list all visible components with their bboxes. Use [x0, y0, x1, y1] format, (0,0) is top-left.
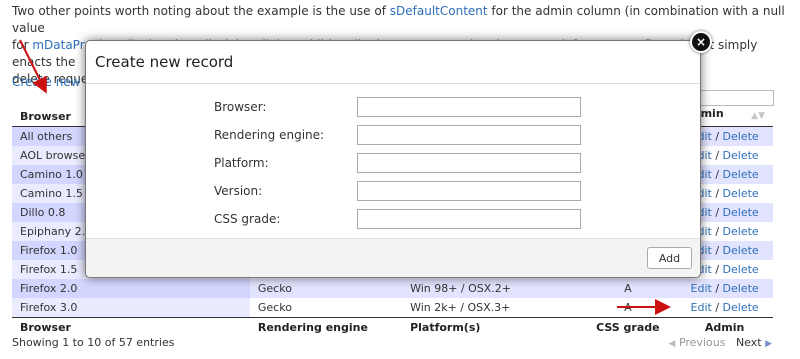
- footer-rendering-engine: Rendering engine: [249, 317, 403, 337]
- edit-link[interactable]: Edit: [691, 301, 712, 314]
- cell-rendering-engine: Gecko: [249, 279, 403, 298]
- browser-label: Browser:: [214, 100, 267, 114]
- close-icon[interactable]: ×: [690, 31, 712, 53]
- admin-separator: /: [711, 168, 723, 181]
- cell-css-grade: A: [579, 279, 677, 298]
- table-footer-row: Browser Rendering engine Platform(s) CSS…: [12, 317, 773, 337]
- create-record-dialog: Create new record Browser: Rendering eng…: [85, 40, 701, 278]
- triangle-right-icon: ▶: [765, 339, 772, 349]
- footer-admin: Admin: [676, 317, 773, 337]
- delete-link[interactable]: Delete: [723, 244, 759, 257]
- delete-link[interactable]: Delete: [723, 149, 759, 162]
- admin-separator: /: [711, 206, 723, 219]
- edit-link[interactable]: Edit: [691, 282, 712, 295]
- admin-separator: /: [711, 244, 723, 257]
- search-input[interactable]: [700, 90, 774, 106]
- admin-separator: /: [711, 263, 723, 276]
- footer-browser: Browser: [12, 317, 250, 337]
- intro-line-1: Two other points worth noting about the …: [12, 3, 792, 37]
- delete-link[interactable]: Delete: [723, 282, 759, 295]
- admin-separator: /: [711, 282, 723, 295]
- cell-platform: Win 2k+ / OSX.3+: [402, 298, 580, 318]
- sdefaultcontent-link[interactable]: sDefaultContent: [390, 4, 488, 18]
- delete-link[interactable]: Delete: [723, 168, 759, 181]
- admin-separator: /: [711, 149, 723, 162]
- intro-text: for: [12, 38, 33, 52]
- css-grade-label: CSS grade:: [214, 212, 281, 226]
- table-row: Firefox 3.0 Gecko Win 2k+ / OSX.3+ A Edit / …: [12, 298, 773, 318]
- previous-page-button[interactable]: Previous: [679, 336, 726, 349]
- add-button[interactable]: Add: [647, 247, 692, 269]
- delete-link[interactable]: Delete: [723, 206, 759, 219]
- rendering-engine-input[interactable]: [357, 125, 581, 145]
- delete-link[interactable]: Delete: [723, 263, 759, 276]
- admin-separator: /: [711, 225, 723, 238]
- sort-both-icon: ▲▼: [751, 111, 765, 121]
- version-input[interactable]: [357, 181, 581, 201]
- admin-separator: /: [711, 130, 723, 143]
- rendering-engine-label: Rendering engine:: [214, 128, 325, 142]
- dialog-footer: Add: [86, 238, 700, 277]
- cell-browser: Firefox 3.0: [12, 298, 250, 318]
- delete-link[interactable]: Delete: [723, 225, 759, 238]
- footer-platforms: Platform(s): [402, 317, 580, 337]
- triangle-left-icon: ◀: [668, 339, 676, 349]
- cell-admin: Edit / Delete: [676, 279, 773, 298]
- dialog-title: Create new record: [86, 41, 700, 84]
- version-label: Version:: [214, 184, 263, 198]
- browser-input[interactable]: [357, 97, 581, 117]
- next-page-button[interactable]: Next: [736, 336, 762, 349]
- delete-link[interactable]: Delete: [723, 187, 759, 200]
- admin-separator: /: [711, 187, 723, 200]
- delete-link[interactable]: Delete: [723, 301, 759, 314]
- intro-text: Two other points worth noting about the …: [12, 4, 390, 18]
- platform-label: Platform:: [214, 156, 269, 170]
- cell-platform: Win 98+ / OSX.2+: [402, 279, 580, 298]
- cell-css-grade: A: [579, 298, 677, 318]
- platform-input[interactable]: [357, 153, 581, 173]
- cell-admin: Edit / Delete: [676, 298, 773, 318]
- css-grade-input[interactable]: [357, 209, 581, 229]
- table-info: Showing 1 to 10 of 57 entries: [12, 336, 175, 349]
- cell-rendering-engine: Gecko: [249, 298, 403, 318]
- pagination: ◀ Previous Next ▶: [669, 336, 772, 349]
- delete-link[interactable]: Delete: [723, 130, 759, 143]
- admin-separator: /: [711, 301, 723, 314]
- footer-css-grade: CSS grade: [579, 317, 677, 337]
- table-row: Firefox 2.0 Gecko Win 98+ / OSX.2+ A Edit / …: [12, 279, 773, 298]
- cell-browser: Firefox 2.0: [12, 279, 250, 298]
